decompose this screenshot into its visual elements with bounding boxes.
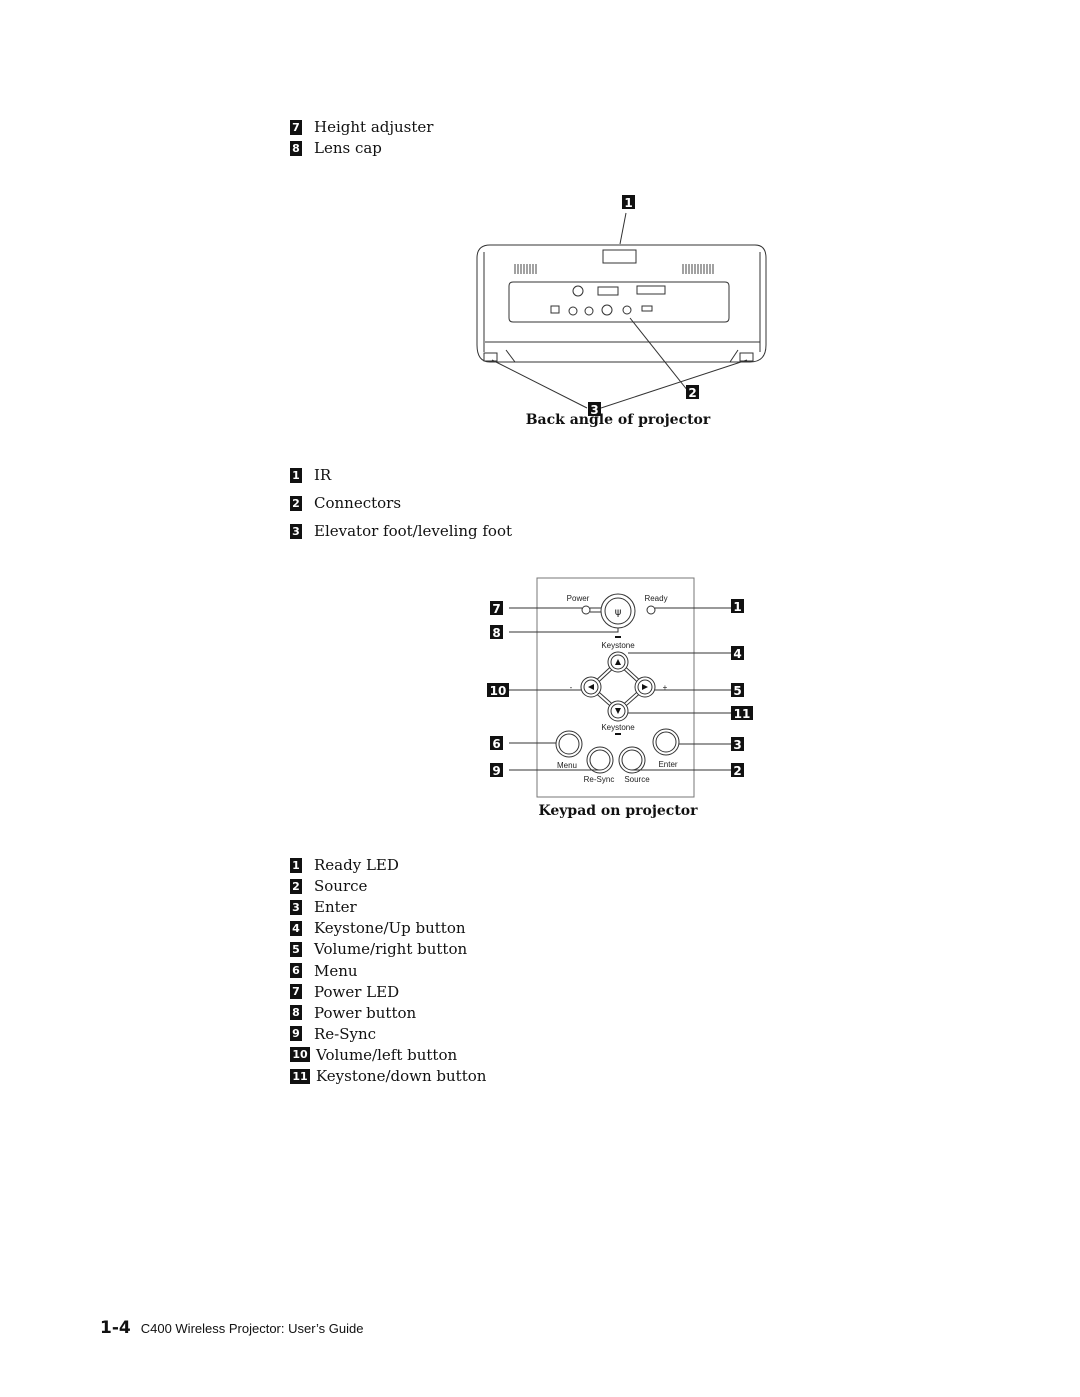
svg-text:4: 4 bbox=[733, 647, 741, 661]
svg-text:ψ: ψ bbox=[615, 607, 622, 618]
document-title: C400 Wireless Projector: User’s Guide bbox=[140, 1321, 364, 1336]
projector-back-illustration bbox=[476, 212, 767, 409]
svg-text:8: 8 bbox=[492, 626, 500, 640]
callout-number: 2 bbox=[290, 495, 302, 511]
resync-label: Re-Sync bbox=[584, 775, 615, 784]
item-label: Elevator foot/leveling foot bbox=[314, 522, 513, 540]
svg-text:1: 1 bbox=[733, 600, 741, 614]
callout-number: 11 bbox=[290, 1068, 310, 1084]
callout-1: 1 bbox=[731, 599, 744, 614]
svg-text:10: 10 bbox=[490, 684, 507, 698]
document-page: 7 Height adjuster 8 Lens cap 1 2 3 ψ - +… bbox=[0, 0, 1080, 1397]
callout-1: 1 bbox=[622, 195, 635, 210]
keystone-down-label: Keystone bbox=[601, 723, 635, 732]
keystone-up-label: Keystone bbox=[601, 641, 635, 650]
item-label: Enter bbox=[314, 898, 357, 917]
source-label: Source bbox=[624, 775, 650, 784]
svg-text:5: 5 bbox=[733, 684, 741, 698]
page-footer: 1-4 C400 Wireless Projector: User’s Guide bbox=[100, 1318, 363, 1338]
list-item: 1 IR bbox=[290, 466, 331, 484]
item-label: IR bbox=[314, 466, 332, 484]
callout-number: 4 bbox=[290, 920, 302, 936]
figure-caption: Back angle of projector bbox=[525, 412, 711, 428]
list-item: 2 Connectors bbox=[290, 494, 401, 512]
figure-caption: Keypad on projector bbox=[538, 803, 698, 819]
list-item: 3 Enter bbox=[290, 898, 357, 916]
callout-5: 5 bbox=[731, 683, 744, 698]
item-label: Menu bbox=[314, 961, 358, 980]
figures: 1 2 3 ψ - + Power Ready Keystone Keyston… bbox=[476, 195, 767, 798]
item-label: Keystone/down button bbox=[316, 1067, 487, 1085]
callout-number: 6 bbox=[290, 963, 302, 978]
svg-text:7: 7 bbox=[492, 602, 500, 616]
menu-label: Menu bbox=[557, 761, 577, 770]
list-item: 2 Source bbox=[290, 877, 367, 895]
list-item: 1 Ready LED bbox=[290, 856, 399, 874]
callout-number: 3 bbox=[290, 523, 302, 539]
enter-label: Enter bbox=[658, 760, 677, 769]
callout-number: 9 bbox=[290, 1026, 302, 1042]
callout-3: 3 bbox=[731, 737, 744, 752]
svg-text:6: 6 bbox=[492, 737, 500, 751]
callout-number: 2 bbox=[290, 878, 302, 894]
list-item: 5 Volume/right button bbox=[290, 940, 467, 958]
svg-text:-: - bbox=[570, 683, 573, 692]
list-item: 9 Re-Sync bbox=[290, 1025, 376, 1043]
callout-10: 10 bbox=[487, 683, 509, 698]
svg-text:11: 11 bbox=[734, 707, 751, 721]
callout-6: 6 bbox=[490, 736, 503, 751]
list-item: 8 Power button bbox=[290, 1004, 416, 1022]
callout-number: 7 bbox=[290, 984, 302, 1000]
callout-number: 8 bbox=[290, 1005, 302, 1021]
svg-text:+: + bbox=[663, 683, 668, 692]
list-item: 3 Elevator foot/leveling foot bbox=[290, 522, 512, 540]
item-label: Power button bbox=[314, 1003, 417, 1022]
ready-led-label: Ready bbox=[644, 594, 667, 603]
item-label: Keystone/Up button bbox=[314, 919, 466, 938]
page-number: 1-4 bbox=[100, 1318, 131, 1338]
item-label: Power LED bbox=[314, 982, 400, 1001]
power-led-label: Power bbox=[567, 594, 590, 603]
callout-number: 1 bbox=[290, 467, 302, 483]
callout-2: 2 bbox=[731, 763, 744, 778]
svg-text:9: 9 bbox=[492, 764, 500, 778]
list-item: 10 Volume/left button bbox=[290, 1046, 457, 1064]
callout-number: 5 bbox=[290, 941, 302, 957]
callout-7: 7 bbox=[490, 601, 503, 616]
svg-text:2: 2 bbox=[733, 764, 741, 778]
item-label: Volume/right button bbox=[314, 940, 468, 959]
callout-number: 3 bbox=[290, 899, 302, 915]
item-label: Volume/left button bbox=[316, 1045, 458, 1064]
item-label: Source bbox=[314, 877, 368, 896]
callout-number: 1 bbox=[290, 857, 302, 873]
callout-number: 10 bbox=[290, 1047, 310, 1063]
callout-8: 8 bbox=[490, 625, 503, 640]
svg-text:2: 2 bbox=[688, 386, 696, 400]
callout-2: 2 bbox=[686, 385, 699, 400]
list-item: 4 Keystone/Up button bbox=[290, 919, 466, 937]
list-item: 6 Menu bbox=[290, 962, 358, 980]
callout-11: 11 bbox=[731, 706, 753, 721]
item-label: Connectors bbox=[314, 494, 402, 512]
keypad-illustration bbox=[509, 577, 735, 798]
item-label: Ready LED bbox=[314, 856, 399, 874]
list-item: 7 Power LED bbox=[290, 983, 399, 1001]
svg-text:1: 1 bbox=[624, 196, 632, 210]
svg-text:3: 3 bbox=[733, 738, 741, 752]
callout-9: 9 bbox=[490, 763, 503, 778]
item-label: Re-Sync bbox=[314, 1024, 377, 1043]
callout-4: 4 bbox=[731, 646, 744, 661]
list-item: 11 Keystone/down button bbox=[290, 1067, 486, 1085]
